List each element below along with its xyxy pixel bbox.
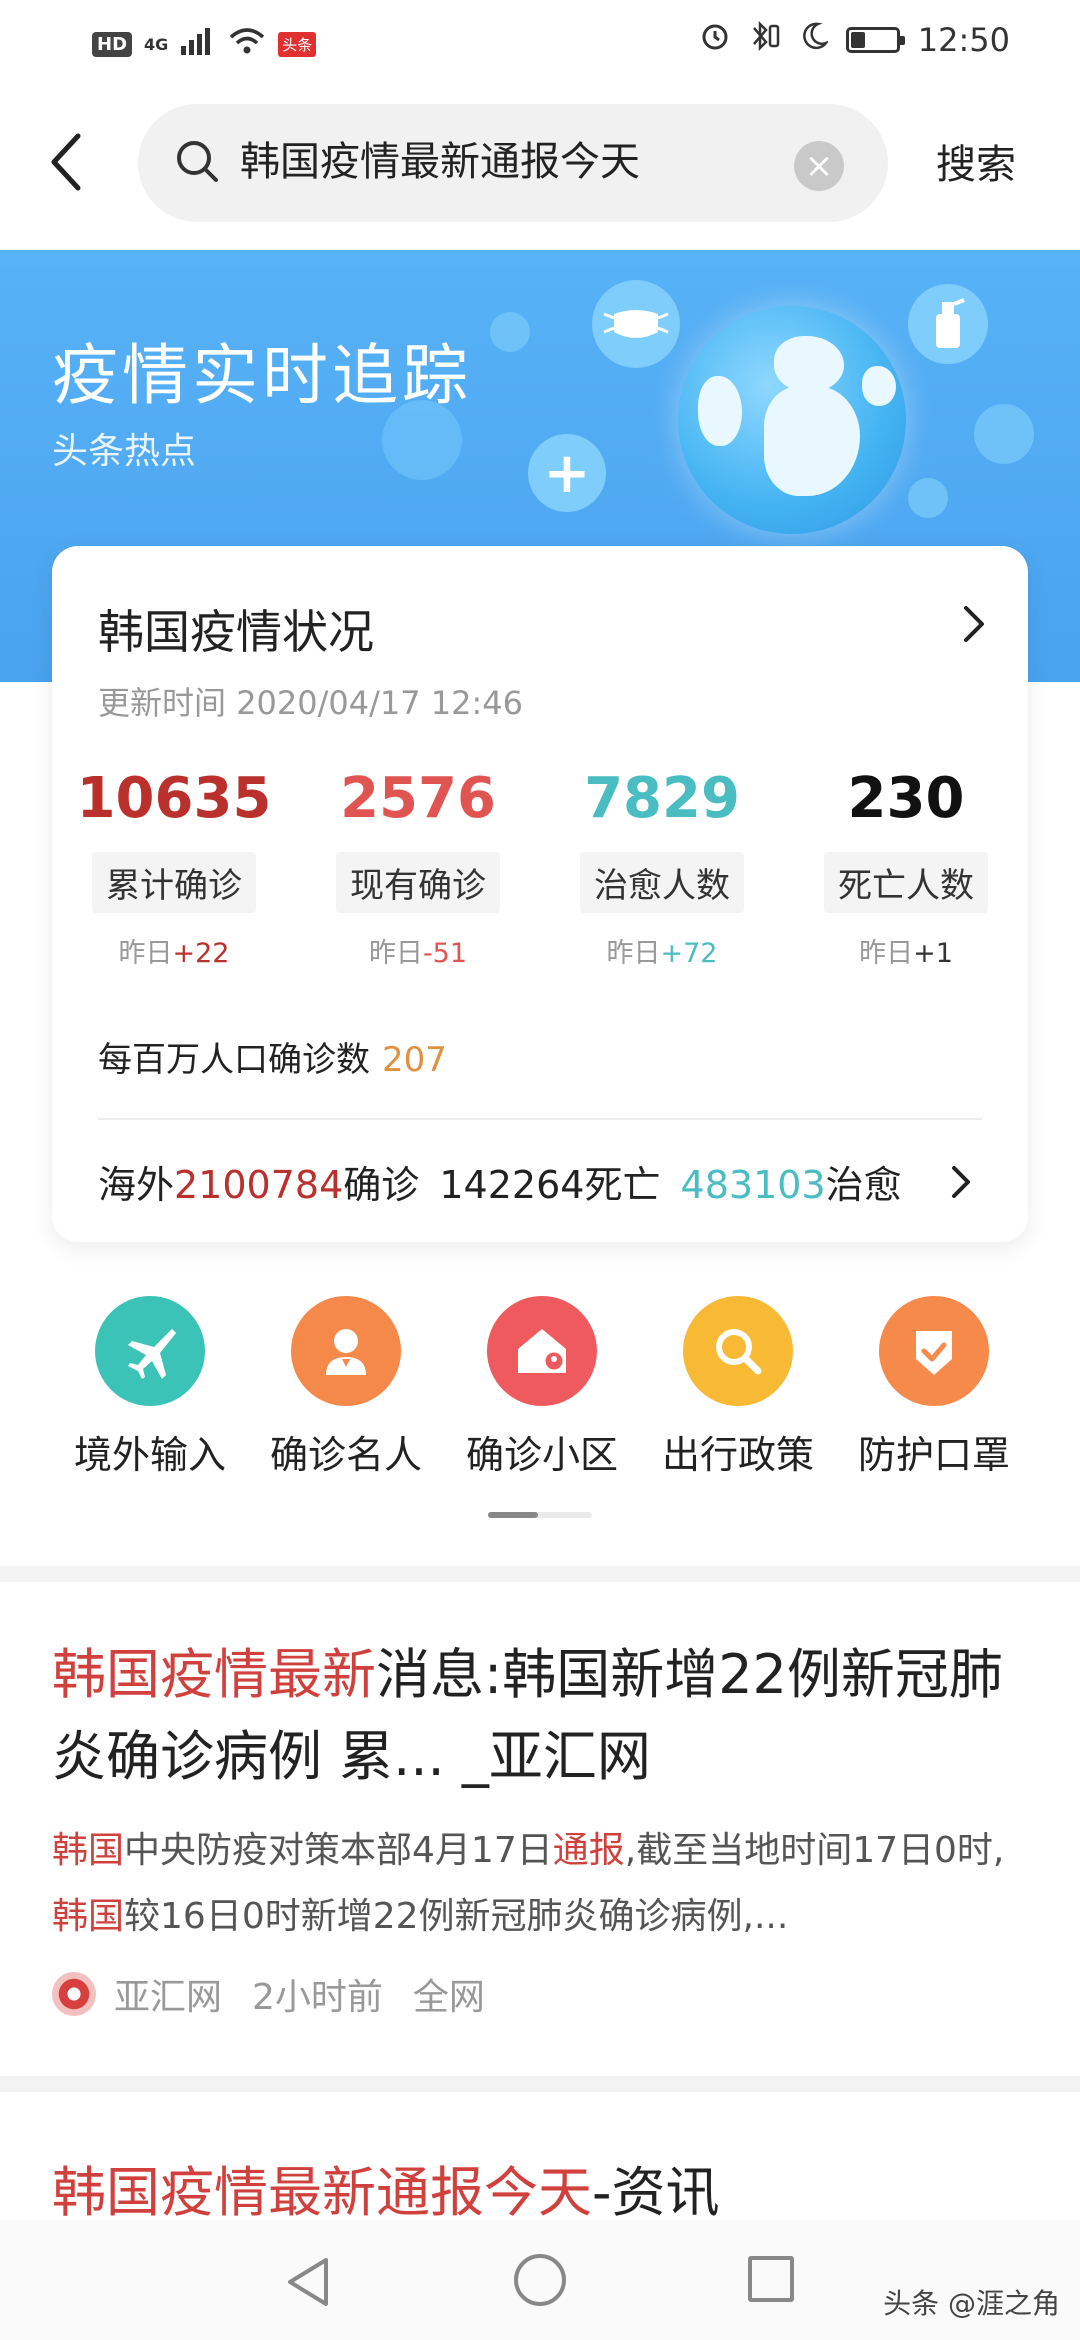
- quick-link-celebrity-cases[interactable]: 确诊名人: [248, 1296, 444, 1479]
- house-location-icon: [518, 1329, 566, 1373]
- article-snippet: 韩国中央防疫对策本部4月17日通报,截至当地时间17日0时,韩国较16日0时新增…: [52, 1830, 1005, 1937]
- overseas-recovered: 483103: [680, 1163, 826, 1207]
- network-type: 4G: [144, 34, 169, 54]
- battery-icon: [845, 27, 905, 53]
- status-right: 12:50: [700, 20, 1010, 60]
- korea-status-card[interactable]: 韩国疫情状况 更新时间 2020/04/17 12:46 10635 累计确诊 …: [52, 546, 1028, 1242]
- card-title: 韩国疫情状况: [98, 605, 374, 659]
- hd-badge: HD: [92, 31, 133, 57]
- status-left: HD 4G 头条: [92, 26, 317, 62]
- mask-icon: [592, 280, 680, 368]
- virus-icon: [974, 404, 1034, 464]
- stat-current-confirmed: 2576 现有确诊 昨日-51: [296, 764, 540, 970]
- moon-icon: [800, 21, 830, 59]
- stat-total-confirmed: 10635 累计确诊 昨日+22: [52, 764, 296, 970]
- signal-icon: [180, 26, 216, 62]
- chevron-left-icon: [51, 133, 81, 191]
- app-notification-icon: 头条: [278, 31, 317, 57]
- stat-value: 10635: [76, 766, 272, 831]
- watermark: 头条 @涯之角: [883, 2287, 1060, 2320]
- stat-label: 累计确诊: [92, 852, 256, 913]
- stat-label: 死亡人数: [824, 852, 988, 913]
- clear-search-button[interactable]: ×: [794, 141, 844, 191]
- virus-icon: [490, 312, 530, 352]
- divider: [98, 1118, 982, 1120]
- quick-link-affected-community[interactable]: 确诊小区: [444, 1296, 640, 1479]
- stat-yesterday: 昨日+72: [606, 938, 718, 969]
- system-nav-bar: 头条 @涯之角: [0, 2220, 1080, 2340]
- stat-yesterday: 昨日+22: [118, 938, 230, 969]
- stat-value: 7829: [584, 766, 740, 831]
- source-logo-icon: [52, 1972, 96, 2016]
- search-header: 韩国疫情最新通报今天 × 搜索: [0, 84, 1080, 250]
- person-icon: [326, 1329, 366, 1375]
- stat-label: 现有确诊: [336, 852, 500, 913]
- status-bar: HD 4G 头条 12:50: [0, 0, 1080, 84]
- nav-home-icon[interactable]: [514, 2254, 566, 2306]
- quick-link-protective-masks[interactable]: 防护口罩: [836, 1296, 1032, 1479]
- stat-value: 2576: [340, 766, 496, 831]
- search-input[interactable]: 韩国疫情最新通报今天 ×: [138, 104, 888, 222]
- clock: 12:50: [917, 21, 1010, 59]
- virus-icon: [908, 478, 948, 518]
- stat-yesterday: 昨日+1: [859, 938, 953, 969]
- article-scope: 全网: [412, 1977, 485, 2018]
- section-separator: [0, 1566, 1080, 1582]
- close-icon: ×: [804, 146, 834, 186]
- search-button[interactable]: 搜索: [936, 132, 1016, 190]
- chevron-right-icon[interactable]: [950, 1164, 972, 1200]
- search-query[interactable]: 韩国疫情最新通报今天: [240, 132, 640, 192]
- sanitizer-icon: [908, 284, 988, 364]
- nav-recent-apps-icon[interactable]: [748, 2256, 794, 2302]
- overseas-confirmed: 2100784: [174, 1163, 344, 1207]
- chevron-right-icon[interactable]: [960, 604, 988, 644]
- article-meta: 亚汇网 2小时前 全网: [52, 1968, 515, 2020]
- back-button[interactable]: [36, 122, 96, 202]
- stat-recovered: 7829 治愈人数 昨日+72: [540, 764, 784, 970]
- stats-row: 10635 累计确诊 昨日+22 2576 现有确诊 昨日-51 7829 治愈…: [52, 764, 1028, 969]
- article-time: 2小时前: [252, 1977, 383, 2018]
- globe-icon: [678, 306, 906, 534]
- bluetooth-vibrate-icon: [748, 20, 782, 60]
- nav-back-icon[interactable]: [284, 2256, 334, 2308]
- article-title[interactable]: 韩国疫情最新消息:韩国新增22例新冠肺炎确诊病例 累... _亚汇网: [52, 1634, 1032, 1798]
- shield-check-icon: [916, 1331, 952, 1375]
- per-million-row: 每百万人口确诊数 207: [98, 1040, 447, 1080]
- virus-icon: [382, 400, 462, 480]
- airplane-icon: [128, 1329, 176, 1379]
- wifi-icon: [228, 26, 266, 62]
- search-icon: [177, 141, 218, 182]
- stat-yesterday: 昨日-51: [368, 938, 468, 969]
- page-indicator: [488, 1512, 592, 1518]
- news-result-1[interactable]: 韩国疫情最新消息:韩国新增22例新冠肺炎确诊病例 累... _亚汇网 韩国中央防…: [0, 1582, 1080, 2072]
- alarm-icon: [700, 21, 730, 59]
- overseas-deaths: 142264: [439, 1163, 585, 1207]
- update-time: 更新时间 2020/04/17 12:46: [98, 684, 524, 722]
- search-icon: [716, 1329, 762, 1375]
- quick-link-travel-policy[interactable]: 出行政策: [640, 1296, 836, 1479]
- stat-deaths: 230 死亡人数 昨日+1: [784, 764, 1028, 970]
- quick-link-imported-cases[interactable]: 境外输入: [52, 1296, 248, 1479]
- section-separator: [0, 2076, 1080, 2092]
- overseas-summary[interactable]: 海外2100784确诊 142264死亡 483103治愈: [98, 1154, 902, 1209]
- per-million-value: 207: [382, 1040, 447, 1080]
- medical-plus-icon: +: [528, 434, 606, 512]
- quick-links: 境外输入 确诊名人 确诊小区 出行政策 防护口罩: [0, 1296, 1080, 1479]
- article-source[interactable]: 亚汇网: [114, 1968, 222, 2020]
- article-title[interactable]: 韩国疫情最新通报今天-资讯: [52, 2148, 720, 2227]
- stat-value: 230: [847, 766, 965, 831]
- banner-subtitle: 头条热点: [52, 431, 197, 472]
- stat-label: 治愈人数: [580, 852, 744, 913]
